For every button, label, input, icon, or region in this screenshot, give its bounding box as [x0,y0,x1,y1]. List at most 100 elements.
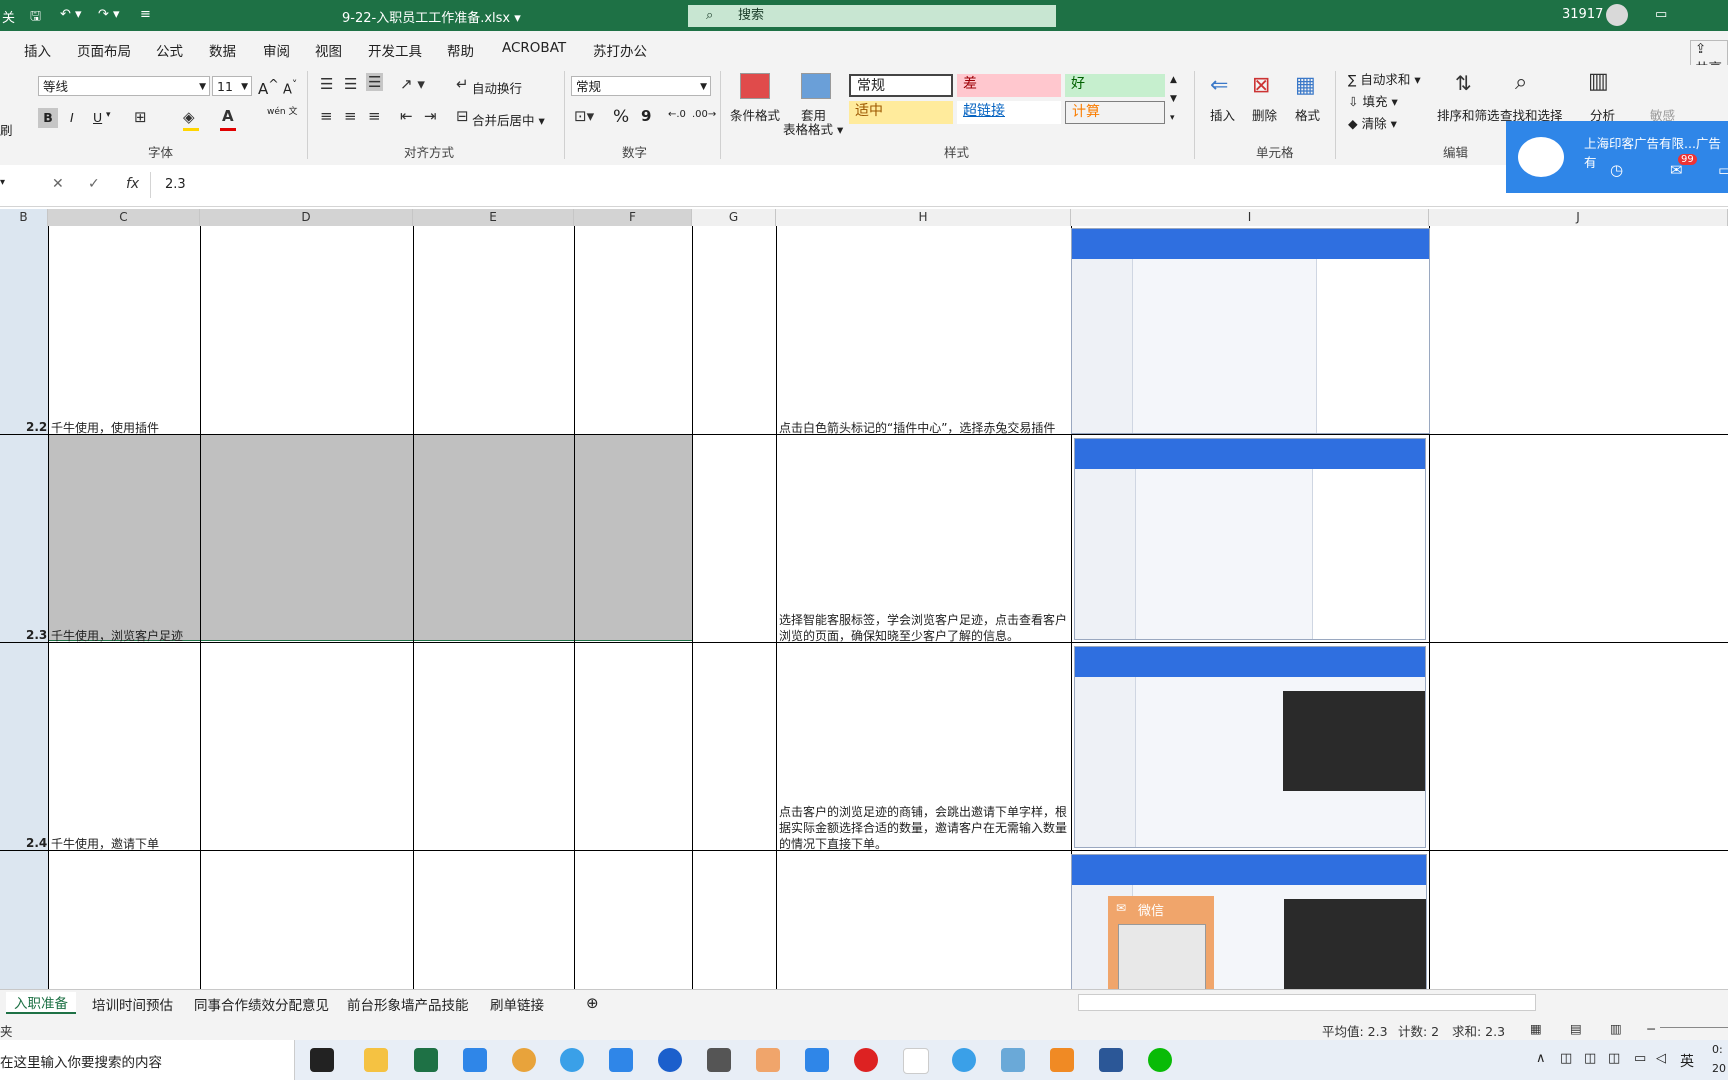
menu-developer[interactable]: 开发工具 [368,40,422,60]
fill-color-icon[interactable]: ◈ [183,108,195,126]
align-top-icon[interactable]: ☰ [320,75,333,93]
task-cell[interactable]: 千牛使用，浏览客户足迹 [51,628,183,644]
bold-button[interactable]: B [38,108,58,128]
align-right-icon[interactable]: ≡ [368,107,381,125]
sort-filter-button[interactable]: 排序和筛选 [1437,105,1500,124]
style-normal[interactable]: 常规 [849,74,953,97]
phonetic-button[interactable]: wén 文 [267,108,297,117]
app-icon[interactable] [903,1048,929,1074]
description-cell[interactable]: 点击客户的浏览足迹的商铺，会跳出邀请下单字样，根据实际金额选择合适的数量，邀请客… [779,804,1069,852]
font-color-icon[interactable]: A [222,107,234,125]
menu-insert[interactable]: 插入 [24,40,51,60]
column-header-d[interactable]: D [200,209,413,226]
decrease-decimal-icon[interactable]: .00→ [692,109,716,120]
customize-qat-icon[interactable]: ≡ [140,7,151,22]
redo-icon[interactable]: ↷ ▾ [98,7,120,22]
clock-time[interactable]: 0: [1712,1043,1723,1056]
clock-date[interactable]: 20 [1712,1062,1726,1075]
sheet-tab-links[interactable]: 刷单链接 [490,994,544,1014]
increase-decimal-icon[interactable]: ←.0 [668,109,686,120]
clear-button[interactable]: ◆ 清除 ▾ [1348,113,1397,132]
avatar[interactable] [1606,4,1628,26]
column-header-j[interactable]: J [1429,209,1728,226]
format-as-table-icon[interactable] [801,73,831,99]
zoom-slider[interactable] [1660,1027,1728,1028]
borders-icon[interactable]: ⊞ [134,108,147,126]
more-icon[interactable]: ▭ [1718,161,1728,179]
column-header-f[interactable]: F [574,209,692,226]
taskbar-search[interactable]: 在这里输入你要搜索的内容 [0,1040,295,1080]
fill-button[interactable]: ⇩ 填充 ▾ [1348,91,1398,110]
format-as-table-button-2[interactable]: 表格格式 ▾ [783,119,843,138]
column-header-b[interactable]: B [0,209,48,226]
align-bottom-icon[interactable]: ☰ [366,73,384,91]
ime-indicator[interactable]: 英 [1680,1051,1694,1071]
embedded-screenshot[interactable] [1074,438,1426,640]
description-cell[interactable]: 选择智能客服标签，学会浏览客户足迹，点击查看客户浏览的页面，确保知晓至少客户了解… [779,612,1069,644]
font-size-dropdown[interactable]: 11 ▼ [212,76,252,96]
style-hyperlink[interactable]: 超链接 [957,101,1061,124]
column-header-h[interactable]: H [776,209,1071,226]
column-header-g[interactable]: G [692,209,776,226]
wrap-text-button[interactable]: 自动换行 [472,78,522,97]
style-bad[interactable]: 差 [957,74,1061,97]
format-cells-icon[interactable]: ▦ [1295,73,1316,98]
app-icon[interactable] [310,1048,334,1072]
app-icon[interactable] [854,1048,878,1072]
sheet-tab-product-skills[interactable]: 前台形象墙产品技能 [347,994,469,1014]
zoom-out-icon[interactable]: − [1646,1021,1656,1036]
decrease-font-button[interactable]: A˅ [283,78,297,97]
find-select-icon[interactable]: ⌕ [1515,70,1527,95]
task-cell[interactable]: 千牛使用，邀请下单 [51,836,159,852]
insert-cells-button[interactable]: 插入 [1210,105,1235,124]
app-icon[interactable] [560,1048,584,1072]
menu-help[interactable]: 帮助 [447,40,474,60]
worksheet-grid[interactable]: 2.2 千牛使用，使用插件 点击白色箭头标记的“插件中心”，选择赤兔交易插件 2… [0,226,1728,989]
chat-notification[interactable]: 上海印客广告有限...广告有 ◷ ✉ 99 ▭ [1506,121,1728,193]
add-sheet-icon[interactable]: ⊕ [586,994,599,1012]
app-icon[interactable] [805,1048,829,1072]
underline-dropdown-icon[interactable]: ▾ [106,110,111,120]
comma-button[interactable]: 9 [641,107,651,125]
menu-page-layout[interactable]: 页面布局 [77,40,131,60]
volume-icon[interactable]: ◁ [1656,1051,1666,1066]
styles-scroll-icon[interactable]: ▲ ▼ ▾ [1170,71,1177,128]
description-cell[interactable]: 点击白色箭头标记的“插件中心”，选择赤兔交易插件 [779,420,1069,436]
tray-icon[interactable]: ◫ [1608,1051,1620,1066]
menu-formulas[interactable]: 公式 [156,40,183,60]
ribbon-display-icon[interactable]: ▭ [1655,7,1667,22]
style-good[interactable]: 好 [1065,74,1165,97]
excel-icon[interactable] [414,1048,438,1072]
wrap-text-icon[interactable]: ↵ [456,75,469,93]
increase-font-button[interactable]: A^ [258,76,279,98]
sheet-tab-training-estimate[interactable]: 培训时间预估 [92,994,173,1014]
cancel-icon[interactable]: ✕ [52,176,64,192]
formula-input[interactable]: 2.3 [165,177,186,192]
embedded-screenshot[interactable] [1071,228,1430,434]
delete-cells-button[interactable]: 删除 [1252,105,1277,124]
enter-icon[interactable]: ✓ [88,176,100,192]
tray-icon[interactable]: ◫ [1584,1051,1596,1066]
menu-acrobat[interactable]: ACROBAT [502,40,566,56]
word-icon[interactable] [1099,1048,1123,1072]
page-break-view-icon[interactable]: ▥ [1610,1021,1622,1036]
search-box[interactable]: ⌕ 搜索 [688,5,1056,27]
decrease-indent-icon[interactable]: ⇤ [400,107,413,125]
currency-icon[interactable]: ⊡▾ [574,107,594,125]
file-explorer-icon[interactable] [364,1048,388,1072]
chrome-icon[interactable] [512,1048,536,1072]
percent-button[interactable]: % [613,107,629,127]
menu-view[interactable]: 视图 [315,40,342,60]
autosave-toggle-partial[interactable]: 关 [2,7,15,26]
italic-button[interactable]: I [70,110,74,125]
insert-function-button[interactable]: fx [126,176,139,192]
conditional-format-button[interactable]: 条件格式 [730,105,780,124]
sheet-tab-performance[interactable]: 同事合作绩效分配意见 [194,994,329,1014]
style-neutral[interactable]: 适中 [849,101,953,124]
app-icon[interactable] [609,1048,633,1072]
tray-icon[interactable]: ◫ [1560,1051,1572,1066]
task-cell[interactable]: 千牛使用，使用插件 [51,420,159,436]
app-icon[interactable] [1001,1048,1025,1072]
orientation-icon[interactable]: ↗ ▾ [400,75,425,93]
wechat-taskbar-icon[interactable] [1148,1048,1172,1072]
